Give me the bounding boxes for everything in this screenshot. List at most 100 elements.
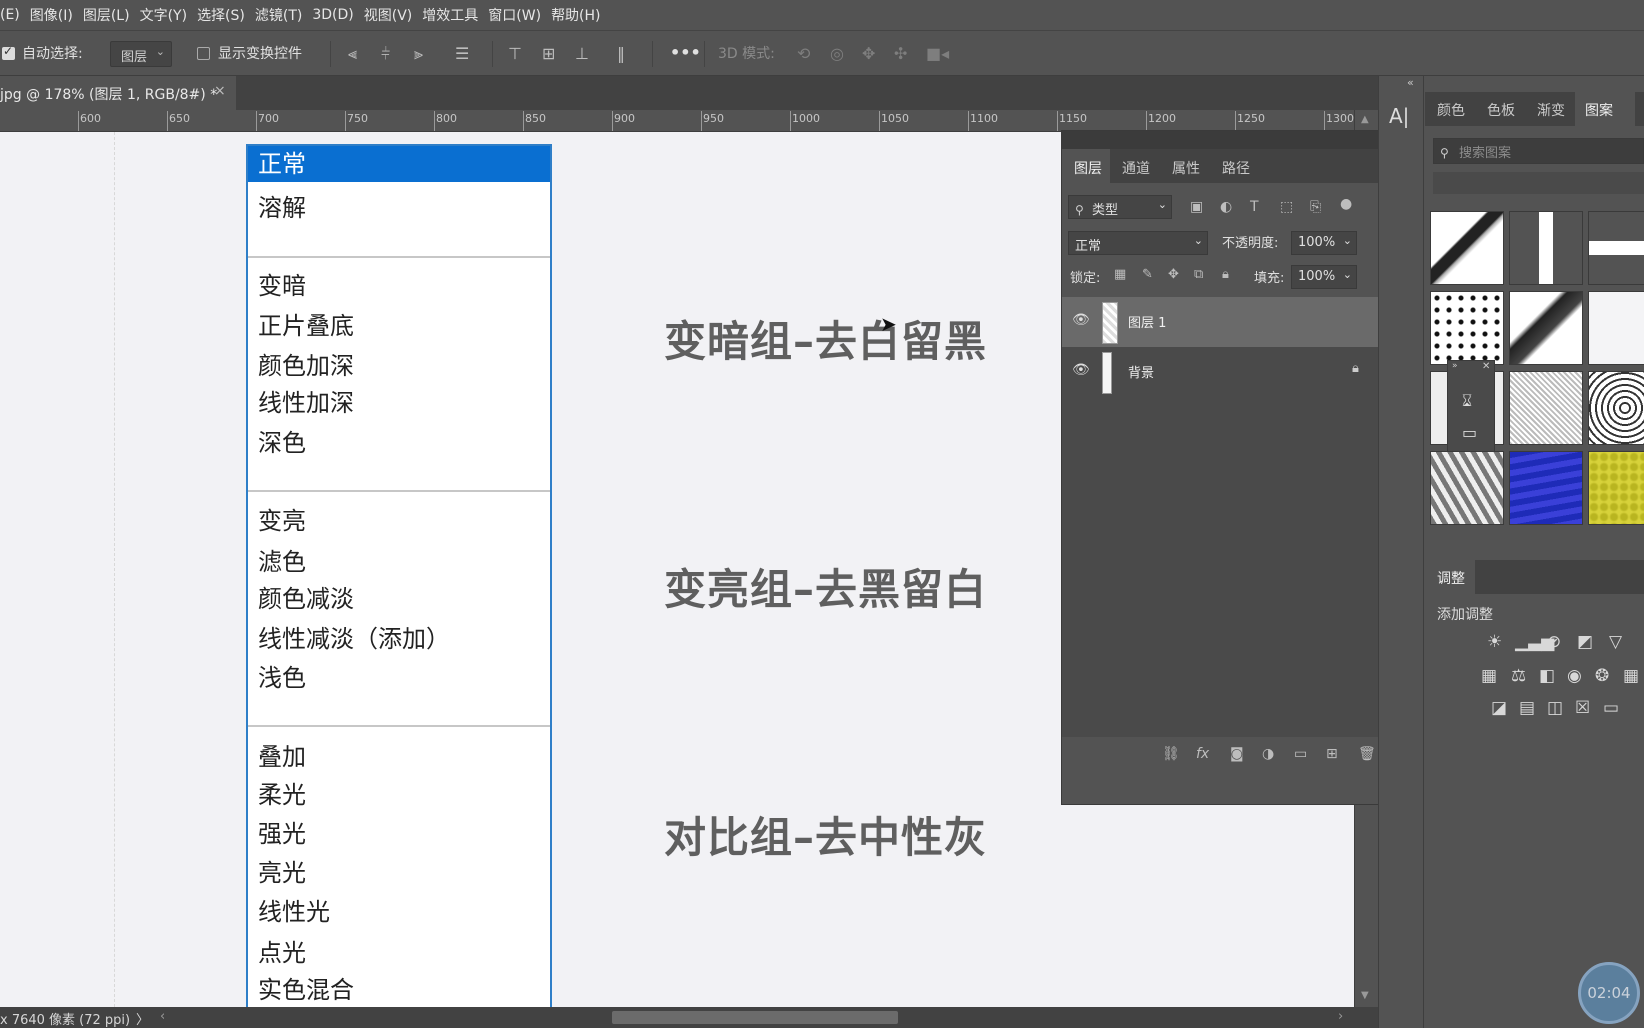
pattern-swatch[interactable]	[1430, 291, 1504, 365]
pan-3d-icon[interactable]: ✥	[862, 45, 875, 63]
exposure-icon[interactable]: ◩	[1577, 632, 1593, 652]
curves-icon[interactable]: ⊘	[1547, 632, 1561, 652]
pattern-swatch[interactable]	[1509, 291, 1583, 365]
pattern-search-input[interactable]: ⚲ 搜索图案	[1433, 138, 1644, 164]
tab-channels[interactable]: 通道	[1122, 149, 1150, 183]
menu-filter[interactable]: 滤镜(T)	[255, 5, 312, 25]
blend-mode-select[interactable]: 正常 ⌄	[1068, 231, 1208, 255]
selective-color-icon[interactable]: ☒	[1575, 698, 1590, 718]
menu-select[interactable]: 选择(S)	[197, 5, 255, 25]
menu-layer[interactable]: 图层(L)	[83, 5, 140, 25]
tab-gradients[interactable]: 渐变	[1537, 92, 1565, 126]
scroll-right-icon[interactable]: ›	[1338, 1009, 1343, 1024]
fx-icon[interactable]: fx	[1196, 745, 1209, 763]
threshold-icon[interactable]: ◫	[1547, 698, 1563, 718]
filter-smart-object-icon[interactable]: ⎘	[1310, 198, 1321, 216]
invert-icon[interactable]: ◪	[1491, 698, 1507, 718]
posterize-icon[interactable]: ▤	[1519, 698, 1535, 718]
menu-edit[interactable]: (E)	[0, 7, 30, 23]
brightness-icon[interactable]: ☀	[1487, 632, 1502, 652]
layer-row[interactable]: 👁︎ 背景 🔒︎	[1062, 347, 1398, 397]
pattern-swatch[interactable]	[1430, 451, 1504, 525]
slide-3d-icon[interactable]: ✣	[894, 45, 907, 63]
eye-icon[interactable]: 👁︎	[1072, 362, 1090, 378]
opacity-input[interactable]: 100% ⌄	[1291, 231, 1357, 255]
lock-transparent-icon[interactable]: ▦	[1114, 266, 1126, 284]
pattern-swatch[interactable]	[1588, 451, 1644, 525]
filter-shape-icon[interactable]: ⬚	[1280, 198, 1293, 216]
gradient-map-icon[interactable]: ▭	[1603, 698, 1619, 718]
filter-pixel-icon[interactable]: ▣	[1190, 198, 1203, 216]
document-tab[interactable]: jpg @ 178% (图层 1, RGB/8#) * ×	[0, 76, 236, 110]
pattern-swatch[interactable]	[1430, 211, 1504, 285]
distribute-v-icon[interactable]: ☰	[455, 45, 469, 63]
link-layers-icon[interactable]: ⛓︎	[1162, 745, 1180, 763]
filter-toggle-icon[interactable]: ●	[1340, 195, 1352, 213]
pattern-swatch[interactable]	[1509, 371, 1583, 445]
tab-swatches[interactable]: 色板	[1487, 92, 1515, 126]
distribute-h-icon[interactable]: ‖	[617, 45, 625, 63]
vibrance-icon[interactable]: ▽	[1609, 632, 1622, 652]
tab-patterns[interactable]: 图案	[1575, 92, 1635, 126]
history-icon[interactable]: ⌛︎	[1462, 391, 1472, 411]
layer-row[interactable]: 👁︎ 图层 1	[1062, 297, 1398, 347]
pattern-swatch[interactable]	[1588, 211, 1644, 285]
new-layer-icon[interactable]: ⊞	[1326, 745, 1338, 763]
delete-layer-icon[interactable]: 🗑︎	[1358, 745, 1376, 763]
tab-paths[interactable]: 路径	[1222, 149, 1250, 183]
horizontal-scrollbar-thumb[interactable]	[612, 1011, 898, 1024]
fill-input[interactable]: 100% ⌄	[1291, 265, 1357, 289]
pattern-swatch[interactable]	[1509, 211, 1583, 285]
tab-layers[interactable]: 图层	[1062, 149, 1110, 183]
align-right-icon[interactable]: ⫸	[414, 45, 423, 63]
photo-filter-icon[interactable]: ◉	[1567, 666, 1582, 686]
scroll-down-icon[interactable]: ▼	[1361, 990, 1369, 1001]
lock-all-icon[interactable]: 🔒︎	[1222, 266, 1229, 284]
pattern-swatch[interactable]	[1509, 451, 1583, 525]
status-arrow-icon[interactable]: 〉	[136, 1009, 149, 1028]
align-left-icon[interactable]: ⫷	[348, 45, 357, 63]
more-options-button[interactable]: •••	[670, 43, 701, 62]
lock-artboard-icon[interactable]: ⧉	[1194, 266, 1203, 284]
scroll-up-icon[interactable]: ▲	[1361, 114, 1369, 125]
comment-icon[interactable]: ▭	[1462, 423, 1477, 442]
menu-3d[interactable]: 3D(D)	[312, 7, 363, 23]
black-white-icon[interactable]: ◧	[1539, 666, 1555, 686]
close-icon[interactable]: ×	[214, 83, 226, 99]
character-panel-icon[interactable]: A|	[1389, 104, 1409, 128]
layer-name[interactable]: 图层 1	[1128, 312, 1166, 331]
layer-mask-icon[interactable]: ◙	[1230, 745, 1244, 763]
lock-paint-icon[interactable]: ✎	[1142, 266, 1153, 284]
menu-type[interactable]: 文字(Y)	[140, 5, 197, 25]
lock-position-icon[interactable]: ✥	[1168, 266, 1179, 284]
expand-icon[interactable]: «	[1407, 76, 1414, 89]
pattern-swatch[interactable]	[1588, 291, 1644, 365]
align-top-icon[interactable]: ⊤	[508, 45, 522, 63]
tab-properties[interactable]: 属性	[1172, 149, 1200, 183]
menu-window[interactable]: 窗口(W)	[488, 5, 551, 25]
pattern-swatch[interactable]	[1588, 371, 1644, 445]
menu-view[interactable]: 视图(V)	[364, 5, 423, 25]
expand-icon[interactable]: »	[1452, 361, 1458, 371]
hue-saturation-icon[interactable]: ▦	[1481, 666, 1497, 686]
filter-type-icon[interactable]: T	[1250, 198, 1259, 216]
show-transform-checkbox[interactable]	[197, 47, 210, 60]
menu-image[interactable]: 图像(I)	[30, 5, 83, 25]
new-adjustment-icon[interactable]: ◑	[1262, 745, 1274, 763]
tab-adjustments[interactable]: 调整	[1425, 560, 1475, 594]
color-lookup-icon[interactable]: ▦	[1623, 666, 1639, 686]
auto-select-checkbox[interactable]: ✓	[2, 44, 15, 60]
filter-adjustment-icon[interactable]: ◐	[1220, 198, 1232, 216]
menu-help[interactable]: 帮助(H)	[551, 5, 610, 25]
tab-color[interactable]: 颜色	[1437, 92, 1465, 126]
roll-3d-icon[interactable]: ◎	[830, 45, 844, 63]
menu-plugins[interactable]: 增效工具	[422, 5, 488, 25]
close-icon[interactable]: ✕	[1482, 361, 1490, 372]
align-center-h-icon[interactable]: ⫩	[381, 45, 390, 63]
eye-icon[interactable]: 👁︎	[1072, 312, 1090, 328]
channel-mixer-icon[interactable]: ❂	[1595, 666, 1609, 686]
scroll-left-icon[interactable]: ‹	[160, 1009, 165, 1024]
new-group-icon[interactable]: ▭	[1294, 745, 1307, 763]
orbit-3d-icon[interactable]: ⟲	[797, 45, 810, 63]
auto-select-dropdown[interactable]: 图层 ⌄	[110, 41, 172, 67]
